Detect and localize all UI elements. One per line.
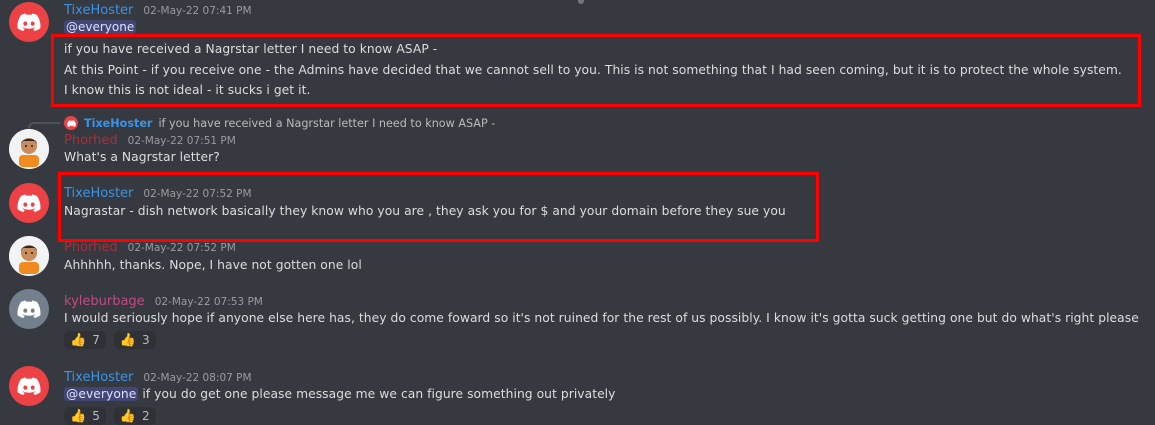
scroll-indicator [578, 0, 584, 4]
timestamp: 02-May-22 07:53 PM [154, 296, 263, 308]
reaction-count: 2 [142, 409, 150, 423]
username[interactable]: TixeHoster [64, 370, 133, 385]
everyone-mention[interactable]: @everyone [64, 20, 137, 34]
discord-logo-icon [17, 377, 41, 395]
reaction-thumbs-up-skin[interactable]: 👍 3 [113, 331, 156, 349]
reaction-count: 7 [92, 333, 100, 347]
message-header: Phorhed 02-May-22 07:51 PM [64, 133, 236, 148]
message-text: if you do get one please message me we c… [142, 387, 616, 401]
username[interactable]: TixeHoster [64, 186, 133, 201]
message-text: Ahhhhh, thanks. Nope, I have not gotten … [64, 258, 362, 272]
reaction-thumbs-up[interactable]: 👍 7 [64, 331, 106, 349]
reply-reference[interactable]: TixeHoster if you have received a Nagrst… [64, 116, 495, 130]
avatar-discord-logo[interactable] [9, 366, 49, 406]
reaction-thumbs-up-skin[interactable]: 👍 2 [113, 407, 156, 425]
thumbs-up-icon: 👍 [119, 408, 137, 424]
username[interactable]: TixeHoster [64, 3, 133, 18]
message-text: Nagrastar - dish network basically they … [64, 204, 786, 218]
avatar-discord-logo[interactable] [9, 2, 49, 42]
reaction-thumbs-up[interactable]: 👍 5 [64, 407, 106, 425]
timestamp: 02-May-22 07:52 PM [127, 242, 236, 254]
timestamp: 02-May-22 08:07 PM [143, 372, 252, 384]
reactions-bar: 👍 5 👍 2 [64, 407, 156, 425]
message-header: kyleburbage 02-May-22 07:53 PM [64, 294, 263, 309]
person-avatar-icon [9, 236, 49, 276]
username[interactable]: Phorhed [64, 133, 118, 148]
message-text-line: At this Point - if you receive one - the… [64, 63, 1122, 77]
reaction-count: 5 [92, 409, 100, 423]
discord-logo-icon [66, 119, 76, 127]
timestamp: 02-May-22 07:52 PM [143, 188, 252, 200]
message-header: TixeHoster 02-May-22 08:07 PM [64, 370, 252, 385]
message-header: TixeHoster 02-May-22 07:41 PM [64, 3, 252, 18]
thumbs-up-icon: 👍 [119, 332, 137, 348]
message-text-line: I know this is not ideal - it sucks i ge… [64, 83, 311, 97]
message-header: Phorhed 02-May-22 07:52 PM [64, 240, 236, 255]
avatar-discord-logo[interactable] [9, 289, 49, 329]
thumbs-up-icon: 👍 [70, 408, 87, 424]
person-avatar-icon [9, 129, 49, 169]
discord-logo-icon [17, 300, 41, 318]
thumbs-up-icon: 👍 [70, 332, 87, 348]
username[interactable]: Phorhed [64, 240, 118, 255]
reply-author[interactable]: TixeHoster [84, 117, 152, 130]
message-text-line: if you have received a Nagrstar letter I… [64, 42, 438, 56]
message-text: What's a Nagrstar letter? [64, 150, 220, 164]
avatar-person[interactable] [9, 236, 49, 276]
everyone-mention[interactable]: @everyone [64, 387, 139, 401]
reply-text[interactable]: if you have received a Nagrstar letter I… [158, 117, 495, 130]
message-header: TixeHoster 02-May-22 07:52 PM [64, 186, 252, 201]
discord-logo-icon [17, 13, 41, 31]
avatar-person[interactable] [9, 129, 49, 169]
timestamp: 02-May-22 07:51 PM [127, 135, 236, 147]
timestamp: 02-May-22 07:41 PM [143, 5, 252, 17]
message-body: @everyone if you do get one please messa… [64, 387, 615, 401]
reactions-bar: 👍 7 👍 3 [64, 331, 156, 349]
discord-logo-icon [17, 194, 41, 212]
reply-avatar [64, 116, 78, 130]
message-text: I would seriously hope if anyone else he… [64, 311, 1139, 325]
username[interactable]: kyleburbage [64, 294, 145, 309]
avatar-discord-logo[interactable] [9, 183, 49, 223]
reaction-count: 3 [142, 333, 150, 347]
